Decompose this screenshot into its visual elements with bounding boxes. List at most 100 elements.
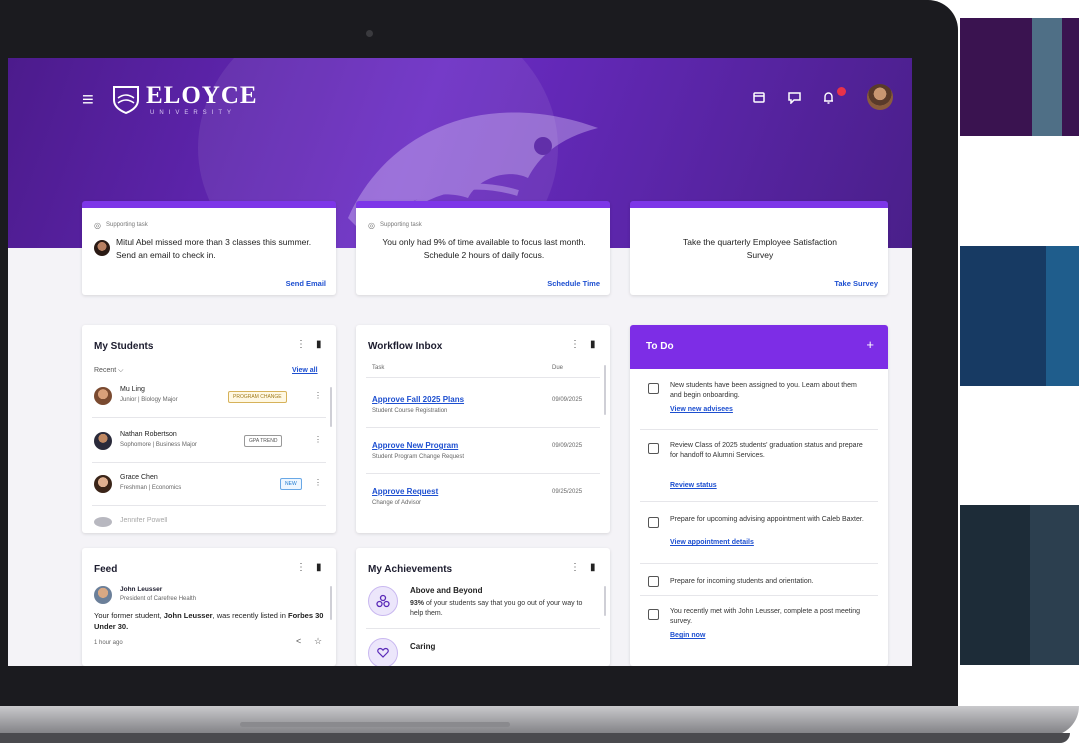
workflow-item-link[interactable]: Approve New Program	[372, 441, 458, 450]
camera	[366, 30, 373, 37]
achievement-badge-icon	[368, 586, 398, 616]
achievement-title: Caring	[410, 642, 436, 651]
panel-title: My Students	[94, 341, 154, 352]
calendar-icon[interactable]	[750, 88, 768, 106]
recent-filter[interactable]: Recent ⌵	[94, 367, 123, 375]
laptop-base	[0, 706, 1079, 736]
workflow-item-sub: Student Course Registration	[372, 408, 448, 414]
panel-title: To Do	[646, 341, 674, 352]
todo-checkbox[interactable]	[648, 383, 659, 394]
more-options-icon[interactable]: ⋮	[296, 562, 306, 573]
todo-panel: To Do + New students have been assigned …	[630, 325, 888, 666]
workflow-item-due: 09/09/2025	[552, 397, 583, 403]
workflow-item-sub: Student Program Change Request	[372, 454, 465, 460]
student-detail: Freshman | Economics	[120, 485, 182, 491]
panel-title: Workflow Inbox	[368, 341, 443, 352]
student-name[interactable]: Nathan Robertson	[120, 431, 177, 438]
workflow-inbox-panel: Workflow Inbox ⋮ ▮ Task Due Approve Fall…	[356, 325, 610, 533]
chat-icon[interactable]	[785, 88, 803, 106]
bookmark-icon[interactable]: ▮	[316, 562, 322, 573]
divider	[92, 462, 326, 463]
stage: ≡ ELOYCE UNIVERSITY ◎ Supporting task Mi…	[0, 0, 1079, 754]
take-survey-link[interactable]: Take Survey	[834, 279, 878, 288]
achievement-text-part: of your students say that you go out of …	[410, 600, 583, 617]
bookmark-icon[interactable]: ▮	[590, 562, 596, 573]
achievement-stat: 93%	[410, 600, 425, 607]
share-icon[interactable]: <	[296, 636, 301, 646]
student-name[interactable]: Mu Ling	[120, 386, 145, 393]
todo-header: To Do +	[630, 325, 888, 369]
task-card: Take the quarterly Employee Satisfaction…	[630, 201, 888, 295]
divider	[366, 473, 600, 474]
more-options-icon[interactable]: ⋮	[314, 478, 322, 487]
view-all-link[interactable]: View all	[292, 367, 318, 374]
feed-author[interactable]: John Leusser	[120, 586, 162, 593]
gpa-trend-badge: GPA TREND	[244, 435, 283, 447]
laptop-base-slot	[240, 722, 510, 727]
feed-text-part: , was recently listed in	[212, 611, 288, 620]
background-ribbon	[1046, 246, 1079, 386]
todo-checkbox[interactable]	[648, 576, 659, 587]
todo-item: Prepare for incoming students and orient…	[630, 569, 888, 595]
workflow-item-due: 09/09/2025	[552, 443, 583, 449]
bell-icon[interactable]	[819, 88, 837, 106]
workflow-item-link[interactable]: Approve Request	[372, 487, 438, 496]
divider	[92, 417, 326, 418]
panel-title: Feed	[94, 564, 118, 575]
divider	[640, 429, 878, 430]
student-name[interactable]: Jennifer Powell	[120, 517, 167, 524]
todo-link[interactable]: Review status	[670, 482, 717, 489]
add-todo-button[interactable]: +	[866, 337, 874, 352]
todo-item: New students have been assigned to you. …	[630, 375, 888, 429]
more-options-icon[interactable]: ⋮	[314, 435, 322, 444]
bookmark-icon[interactable]: ▮	[590, 339, 596, 350]
feed-text-name: John Leusser	[163, 611, 213, 620]
laptop-bezel-bottom	[8, 666, 912, 692]
student-name[interactable]: Grace Chen	[120, 474, 158, 481]
todo-text: You recently met with John Leusser, comp…	[670, 608, 861, 625]
notification-badge	[837, 87, 846, 96]
more-options-icon[interactable]: ⋮	[570, 339, 580, 350]
bookmark-icon[interactable]: ▮	[316, 339, 322, 350]
achievements-panel: My Achievements ⋮ ▮ Above and Beyond 93%…	[356, 548, 610, 666]
schedule-time-link[interactable]: Schedule Time	[547, 279, 600, 288]
scrollbar[interactable]	[330, 586, 332, 620]
scrollbar[interactable]	[604, 365, 606, 415]
feed-panel: Feed ⋮ ▮ John Leusser President of Caref…	[82, 548, 336, 666]
todo-link[interactable]: Begin now	[670, 632, 705, 639]
divider	[366, 377, 600, 378]
task-label: Supporting task	[106, 222, 148, 228]
my-students-panel: My Students ⋮ ▮ Recent ⌵ View all Mu Lin…	[82, 325, 336, 533]
laptop-base-shadow	[0, 733, 1070, 743]
todo-checkbox[interactable]	[648, 517, 659, 528]
more-options-icon[interactable]: ⋮	[296, 339, 306, 350]
todo-checkbox[interactable]	[648, 443, 659, 454]
scrollbar[interactable]	[604, 586, 606, 616]
divider	[92, 505, 326, 506]
student-avatar	[94, 475, 112, 493]
author-avatar	[94, 586, 112, 604]
menu-icon[interactable]: ≡	[82, 90, 94, 110]
task-card: ◎ Supporting task Mitul Abel missed more…	[82, 201, 336, 295]
more-options-icon[interactable]: ⋮	[314, 391, 322, 400]
workflow-item-sub: Change of Advisor	[372, 500, 422, 506]
send-email-link[interactable]: Send Email	[286, 279, 326, 288]
todo-item: You recently met with John Leusser, comp…	[630, 601, 888, 661]
workflow-item-link[interactable]: Approve Fall 2025 Plans	[372, 395, 464, 404]
student-avatar	[94, 432, 112, 450]
task-label: Supporting task	[380, 222, 422, 228]
scrollbar[interactable]	[330, 387, 332, 427]
todo-checkbox[interactable]	[648, 609, 659, 620]
more-options-icon[interactable]: ⋮	[570, 562, 580, 573]
star-icon[interactable]: ☆	[314, 636, 322, 647]
background-ribbon	[1030, 505, 1079, 665]
feed-timestamp: 1 hour ago	[94, 640, 123, 646]
feed-text-part: Your former student,	[94, 611, 164, 620]
pin-icon: ◎	[94, 221, 101, 230]
user-avatar[interactable]	[867, 84, 893, 110]
achievement-text: 93% of your students say that you go out…	[410, 599, 590, 619]
todo-link[interactable]: View appointment details	[670, 539, 754, 546]
background-ribbon	[1032, 18, 1062, 136]
new-badge: NEW	[280, 478, 302, 490]
todo-link[interactable]: View new advisees	[670, 406, 733, 413]
